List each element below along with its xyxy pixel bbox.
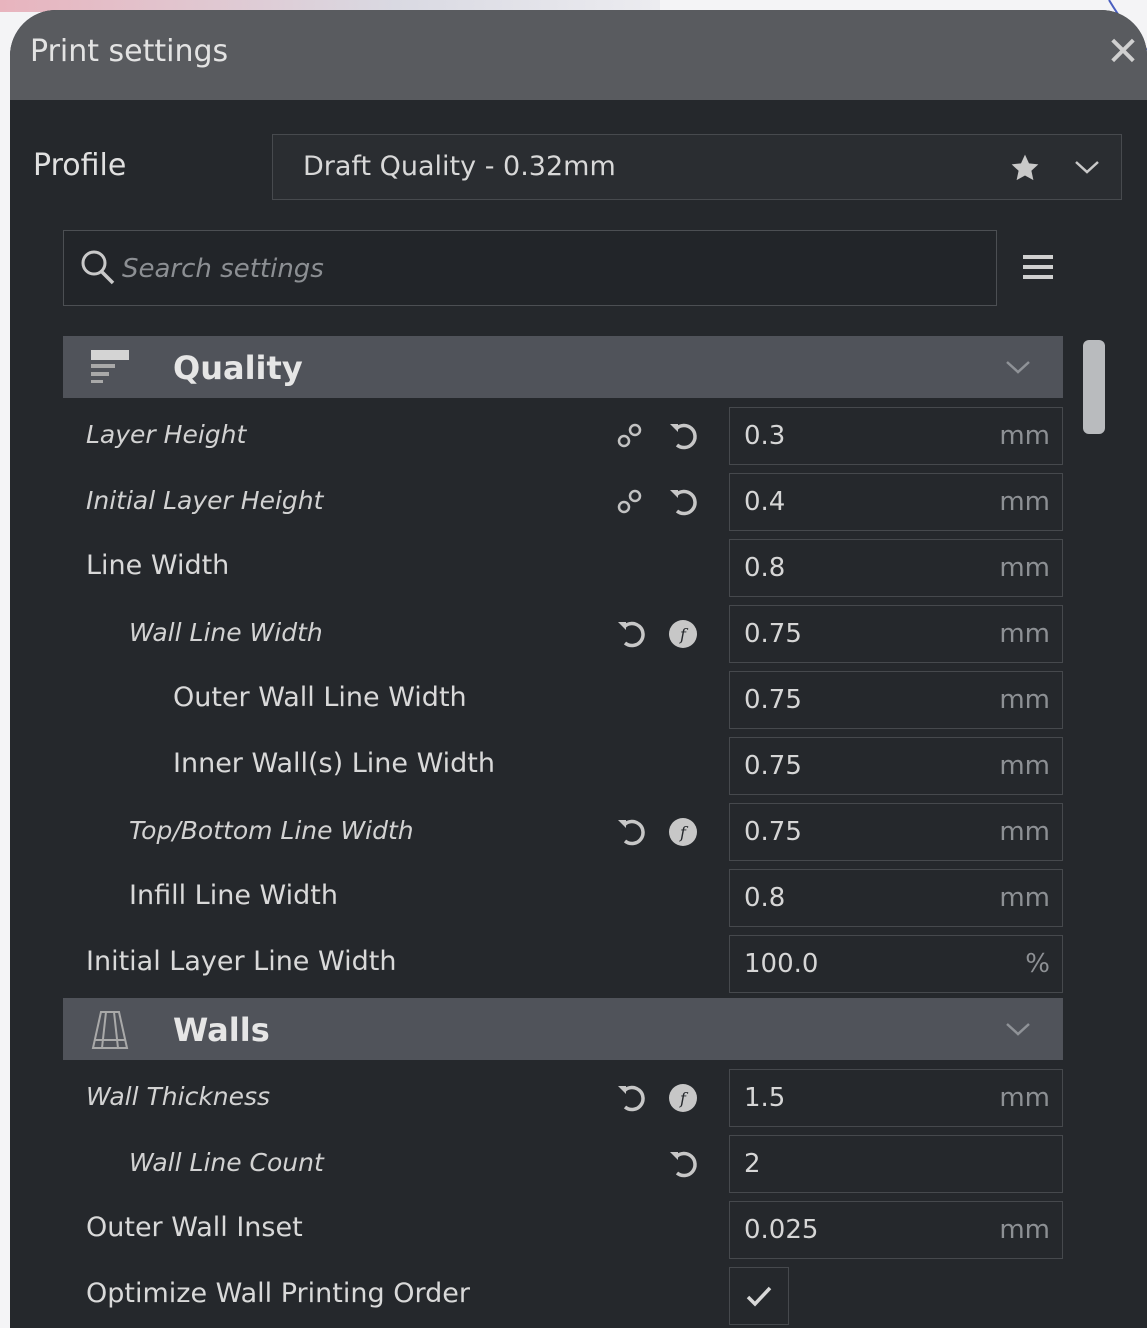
field-unit: mm <box>999 685 1050 715</box>
field-value: 0.75 <box>744 751 802 781</box>
reset-icon[interactable] <box>615 816 649 848</box>
setting-label: Infill Line Width <box>129 880 338 911</box>
setting-field[interactable]: 0.75 mm <box>729 605 1063 663</box>
favorite-star-icon[interactable] <box>1009 152 1041 184</box>
search-box[interactable] <box>63 230 997 306</box>
setting-line-width: Line Width 0.8 mm <box>63 536 1063 602</box>
setting-label: Initial Layer Height <box>86 486 324 515</box>
category-label: Walls <box>173 1011 270 1049</box>
setting-wall-line-width: Wall Line Width f 0.75 mm <box>63 602 1063 668</box>
field-value: 0.75 <box>744 619 802 649</box>
category-label: Quality <box>173 349 303 387</box>
setting-initial-layer-line-width: Initial Layer Line Width 100.0 % <box>63 932 1063 998</box>
field-value: 2 <box>744 1149 761 1179</box>
setting-label: Initial Layer Line Width <box>86 946 397 977</box>
setting-field[interactable]: 0.75 mm <box>729 803 1063 861</box>
setting-label: Top/Bottom Line Width <box>129 816 414 845</box>
setting-field[interactable]: 100.0 % <box>729 935 1063 993</box>
menu-icon[interactable] <box>1021 252 1055 282</box>
setting-field[interactable]: 0.75 mm <box>729 737 1063 795</box>
field-unit: mm <box>999 619 1050 649</box>
field-value: 0.8 <box>744 553 786 583</box>
setting-label: Outer Wall Inset <box>86 1212 303 1243</box>
field-value: 0.8 <box>744 883 786 913</box>
setting-label: Wall Line Count <box>129 1148 324 1177</box>
window-title: Print settings <box>30 33 229 69</box>
setting-field[interactable]: 0.75 mm <box>729 671 1063 729</box>
title-bar: Print settings ✕ <box>10 10 1147 100</box>
chevron-down-icon[interactable] <box>1003 1019 1033 1039</box>
field-value: 1.5 <box>744 1083 786 1113</box>
field-unit: mm <box>999 883 1050 913</box>
settings-list: Quality Layer Height 0.3 mm Initial Laye… <box>63 336 1063 1328</box>
setting-wall-line-count: Wall Line Count 2 <box>63 1132 1063 1198</box>
field-unit: mm <box>999 421 1050 451</box>
setting-field[interactable]: 0.8 mm <box>729 869 1063 927</box>
setting-label: Line Width <box>86 550 230 581</box>
search-icon <box>81 250 115 285</box>
setting-field[interactable]: 0.4 mm <box>729 473 1063 531</box>
field-value: 100.0 <box>744 949 819 979</box>
setting-inner-wall-line-width: Inner Wall(s) Line Width 0.75 mm <box>63 734 1063 800</box>
chevron-down-icon[interactable] <box>1073 157 1101 177</box>
scrollbar-thumb[interactable] <box>1083 340 1105 434</box>
setting-initial-layer-height: Initial Layer Height 0.4 mm <box>63 470 1063 536</box>
field-value: 0.025 <box>744 1215 819 1245</box>
field-unit: mm <box>999 1083 1050 1113</box>
setting-optimize-wall-printing-order: Optimize Wall Printing Order <box>63 1264 1063 1328</box>
field-unit: mm <box>999 487 1050 517</box>
field-unit: mm <box>999 1215 1050 1245</box>
setting-label: Layer Height <box>86 420 247 449</box>
setting-outer-wall-line-width: Outer Wall Line Width 0.75 mm <box>63 668 1063 734</box>
reset-icon[interactable] <box>667 486 701 518</box>
reset-icon[interactable] <box>615 618 649 650</box>
walls-icon <box>91 1011 129 1049</box>
function-icon[interactable]: f <box>667 1082 699 1114</box>
setting-label: Optimize Wall Printing Order <box>86 1278 470 1309</box>
field-unit: mm <box>999 751 1050 781</box>
setting-wall-thickness: Wall Thickness f 1.5 mm <box>63 1066 1063 1132</box>
layer-quality-icon <box>91 350 129 383</box>
category-quality[interactable]: Quality <box>63 336 1063 398</box>
setting-top-bottom-line-width: Top/Bottom Line Width f 0.75 mm <box>63 800 1063 866</box>
setting-layer-height: Layer Height 0.3 mm <box>63 404 1063 470</box>
setting-field[interactable]: 0.3 mm <box>729 407 1063 465</box>
profile-value: Draft Quality - 0.32mm <box>303 151 616 182</box>
field-unit: mm <box>999 553 1050 583</box>
reset-icon[interactable] <box>667 420 701 452</box>
field-value: 0.4 <box>744 487 786 517</box>
field-unit: % <box>1025 949 1050 979</box>
reset-icon[interactable] <box>615 1082 649 1114</box>
setting-label: Inner Wall(s) Line Width <box>173 748 496 779</box>
profile-dropdown[interactable]: Draft Quality - 0.32mm <box>272 134 1122 200</box>
print-settings-panel: Print settings ✕ Profile Draft Quality -… <box>10 10 1147 1328</box>
setting-field[interactable]: 0.8 mm <box>729 539 1063 597</box>
setting-label: Wall Thickness <box>86 1082 271 1111</box>
field-value: 0.75 <box>744 685 802 715</box>
setting-field[interactable]: 2 <box>729 1135 1063 1193</box>
setting-label: Outer Wall Line Width <box>173 682 467 713</box>
checkmark-icon <box>746 1286 772 1307</box>
setting-label: Wall Line Width <box>129 618 323 647</box>
search-row <box>63 230 1073 306</box>
search-input[interactable] <box>120 247 964 291</box>
profile-row: Profile Draft Quality - 0.32mm <box>10 134 1147 202</box>
function-icon[interactable]: f <box>667 816 699 848</box>
function-icon[interactable]: f <box>667 618 699 650</box>
field-unit: mm <box>999 817 1050 847</box>
reset-icon[interactable] <box>667 1148 701 1180</box>
setting-field[interactable]: 1.5 mm <box>729 1069 1063 1127</box>
setting-infill-line-width: Infill Line Width 0.8 mm <box>63 866 1063 932</box>
field-value: 0.75 <box>744 817 802 847</box>
category-walls[interactable]: Walls <box>63 998 1063 1060</box>
optimize-wall-order-checkbox[interactable] <box>729 1267 789 1325</box>
field-value: 0.3 <box>744 421 786 451</box>
profile-label: Profile <box>33 148 127 183</box>
close-icon[interactable]: ✕ <box>1103 32 1143 72</box>
setting-field[interactable]: 0.025 mm <box>729 1201 1063 1259</box>
setting-outer-wall-inset: Outer Wall Inset 0.025 mm <box>63 1198 1063 1264</box>
link-icon[interactable] <box>615 486 645 516</box>
chevron-down-icon[interactable] <box>1003 357 1033 377</box>
link-icon[interactable] <box>615 420 645 450</box>
